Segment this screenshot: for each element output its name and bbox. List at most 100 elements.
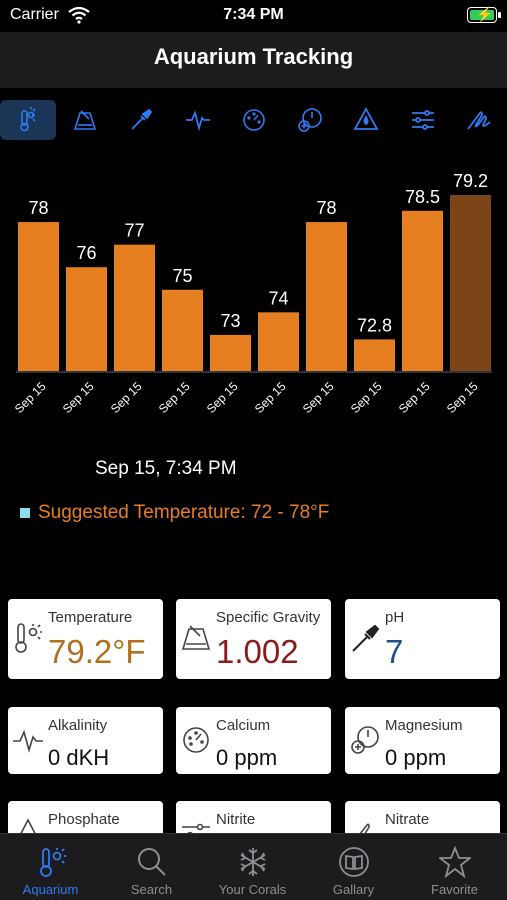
gauge-icon [183, 727, 209, 753]
bar-value-label: 74 [268, 288, 288, 308]
ph-filter-button[interactable] [113, 100, 169, 140]
x-tick-label: Sep 15 [252, 379, 289, 416]
star-icon [439, 846, 471, 878]
x-tick-label: Sep 15 [300, 379, 337, 416]
bar-value-label: 77 [124, 221, 144, 241]
tab-label: Search [130, 882, 173, 897]
hydrometer-icon [181, 625, 211, 650]
magnesium-gauge-icon [351, 726, 379, 754]
specific-gravity-card[interactable]: Specific Gravity 1.002 [176, 599, 331, 679]
thermometer-icon [15, 623, 42, 653]
snowflake-icon [240, 848, 266, 876]
tab-label: Favorite [431, 882, 478, 897]
bar-value-label: 78 [316, 198, 336, 218]
card-value: 0 dKH [48, 745, 110, 770]
tab-aquarium-tracking[interactable]: Aquarium Tracking [0, 834, 101, 900]
x-tick-label: Sep 15 [108, 379, 145, 416]
bar-value-label: 76 [76, 243, 96, 263]
selected-date-label: Sep 15, 7:34 PM [95, 458, 237, 479]
book-icon [339, 847, 369, 877]
tab-label: Aquarium Tracking [22, 882, 79, 900]
card-label: Calcium [216, 717, 271, 734]
dropper-icon [131, 108, 153, 130]
x-tick-label: Sep 15 [12, 379, 49, 416]
calcium-card[interactable]: Calcium 0 ppm [176, 707, 331, 774]
magnesium-card[interactable]: Magnesium 0 ppm [345, 707, 500, 774]
battery-icon: ⚡ [467, 6, 501, 23]
dropper-icon [352, 624, 380, 652]
tab-favorite[interactable]: Favorite [404, 834, 505, 900]
temperature-card[interactable]: Temperature 79.2°F [8, 599, 163, 679]
card-value: 0 ppm [385, 745, 447, 770]
status-bar: Carrier 7:34 PM ⚡ [0, 0, 507, 32]
hydrometer-icon [73, 110, 97, 130]
card-value: 0 ppm [216, 745, 278, 770]
page-title: Aquarium Tracking [153, 44, 354, 69]
alkalinity-card[interactable]: Alkalinity 0 dKH [8, 707, 163, 774]
card-label: pH [385, 609, 405, 626]
bar-value-label: 72.8 [357, 315, 392, 335]
tab-label: Your Corals [218, 882, 287, 897]
temperature-filter-button[interactable] [0, 100, 56, 140]
thermometer-icon [40, 848, 66, 877]
bar-value-label: 75 [172, 266, 192, 286]
card-label: Nitrite [216, 811, 256, 828]
tab-label: Gallary [332, 882, 375, 897]
tab-your-corals[interactable]: Your Corals [202, 834, 303, 900]
squiggle-icon [467, 111, 491, 130]
nitrite-filter-button[interactable] [395, 100, 451, 140]
bar[interactable] [354, 339, 395, 371]
parameter-icon-strip [0, 100, 507, 140]
card-label: Temperature [48, 609, 133, 626]
gauge-icon [243, 109, 265, 131]
bar[interactable] [18, 222, 59, 371]
x-tick-label: Sep 15 [444, 379, 481, 416]
x-tick-label: Sep 15 [60, 379, 97, 416]
x-tick-label: Sep 15 [396, 379, 433, 416]
pulse-icon [186, 110, 210, 132]
bar[interactable] [258, 312, 299, 371]
bar-value-label: 79.2 [453, 171, 488, 191]
magnesium-filter-button[interactable] [282, 100, 338, 140]
suggested-range-legend: Suggested Temperature: 72 - 78°F [20, 502, 329, 524]
thermometer-icon [20, 107, 36, 132]
bar-value-label: 78 [28, 198, 48, 218]
bar[interactable] [210, 334, 251, 371]
nitrate-filter-button[interactable] [451, 100, 507, 140]
tab-search[interactable]: Search [101, 834, 202, 900]
magnesium-gauge-icon [298, 108, 322, 132]
legend-swatch [20, 508, 30, 518]
specific-gravity-filter-button[interactable] [57, 100, 113, 140]
x-tick-label: Sep 15 [156, 379, 193, 416]
search-icon [138, 848, 166, 876]
bar[interactable] [306, 222, 347, 371]
card-label: Specific Gravity [216, 609, 321, 626]
bar[interactable] [162, 289, 203, 371]
ph-card[interactable]: pH 7 [345, 599, 500, 679]
temperature-bar-chart[interactable]: 78 Sep 15 76 Sep 15 77 Sep 15 75 Sep 15 73 Sep 15… [0, 160, 507, 430]
warning-drop-icon [353, 107, 379, 130]
nav-bar: Aquarium Tracking [0, 32, 507, 88]
card-label: Nitrate [385, 811, 430, 828]
calcium-filter-button[interactable] [226, 100, 282, 140]
card-label: Phosphate [48, 811, 120, 828]
bar[interactable] [450, 195, 491, 371]
card-value: 79.2°F [48, 633, 146, 670]
bar[interactable] [66, 267, 107, 371]
card-value: 7 [385, 633, 404, 670]
tab-gallary[interactable]: Gallary [303, 834, 404, 900]
bar[interactable] [402, 210, 443, 371]
status-time: 7:34 PM [223, 6, 284, 23]
sliders-icon [412, 110, 434, 130]
bar[interactable] [114, 244, 155, 371]
alkalinity-filter-button[interactable] [170, 100, 226, 140]
phosphate-filter-button[interactable] [338, 100, 394, 140]
card-label: Magnesium [385, 717, 463, 734]
bar-value-label: 78.5 [405, 187, 440, 207]
x-tick-label: Sep 15 [348, 379, 385, 416]
pulse-icon [13, 729, 43, 753]
card-label: Alkalinity [48, 717, 108, 734]
x-tick-label: Sep 15 [204, 379, 241, 416]
card-value: 1.002 [216, 633, 299, 670]
tab-bar: Aquarium Tracking Search Your Corals Gal… [0, 833, 507, 900]
